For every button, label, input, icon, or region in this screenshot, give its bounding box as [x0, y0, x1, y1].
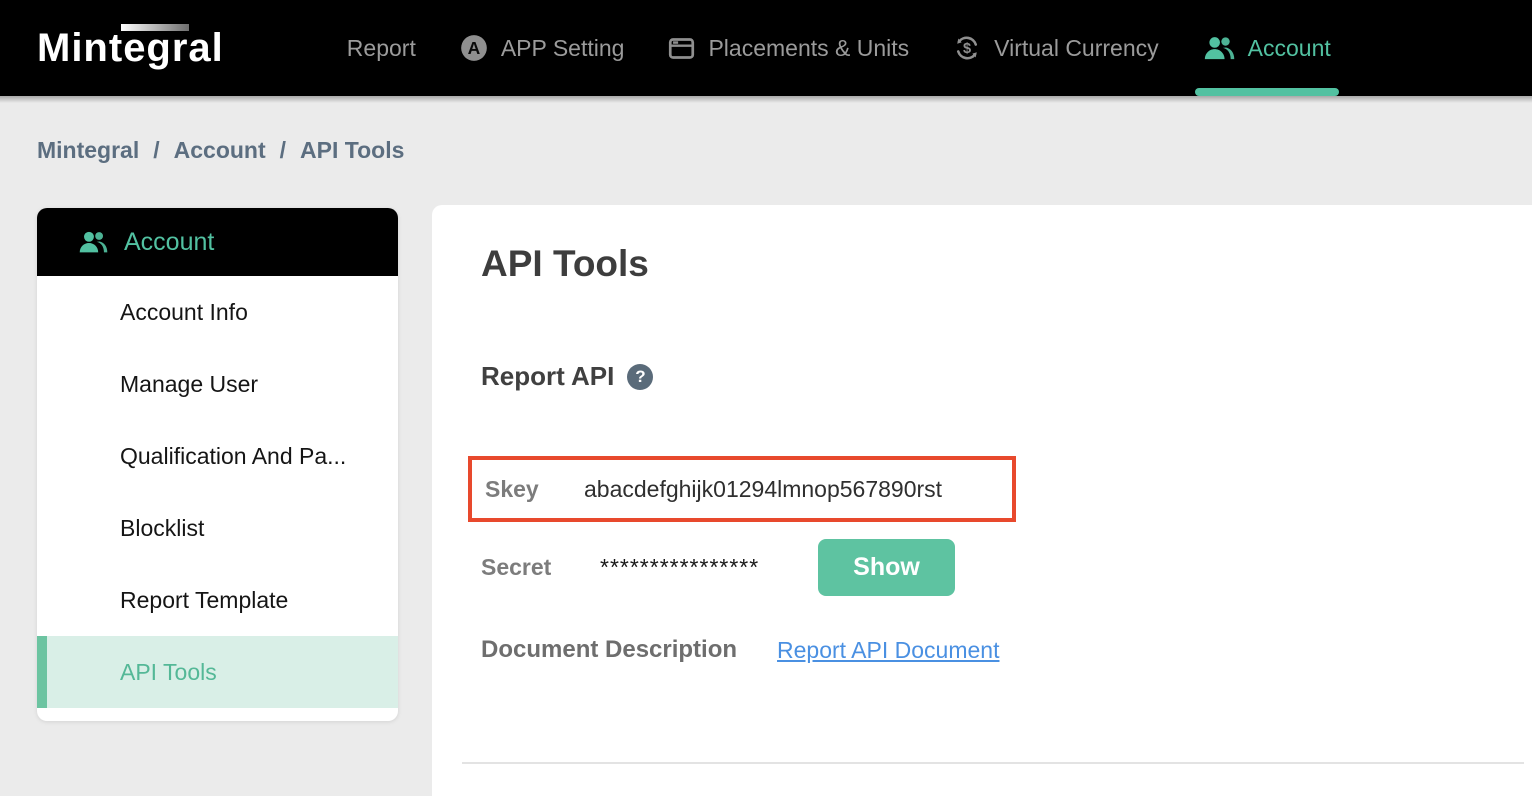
header-shadow: [0, 96, 1532, 103]
secret-label: Secret: [481, 554, 552, 580]
breadcrumb: Mintegral / Account / API Tools: [37, 137, 404, 164]
sidebar-item-label: Manage User: [120, 370, 259, 397]
skey-value: abacdefghijk01294lmnop567890rst: [584, 475, 943, 502]
sidebar-item-label: Account Info: [120, 298, 248, 325]
nav-item-label: Virtual Currency: [994, 34, 1159, 61]
breadcrumb-separator: /: [279, 137, 287, 163]
sidebar: Account Account Info Manage User Qualifi…: [37, 208, 398, 721]
nav-item-label: Account: [1247, 34, 1331, 61]
sidebar-item-qualification-and-payment[interactable]: Qualification And Pa...: [37, 420, 398, 492]
sidebar-item-label: Qualification And Pa...: [120, 442, 347, 469]
skey-label: Skey: [485, 475, 539, 502]
sidebar-item-api-tools[interactable]: API Tools: [37, 636, 398, 708]
report-api-document-link[interactable]: Report API Document: [777, 637, 999, 664]
sidebar-item-report-template[interactable]: Report Template: [37, 564, 398, 636]
nav-item-label: Report: [346, 34, 416, 61]
breadcrumb-account[interactable]: Account: [174, 137, 266, 164]
nav-item-app-setting[interactable]: A APP Setting: [438, 0, 647, 96]
section-divider: [462, 762, 1524, 764]
document-description-label: Document Description: [481, 636, 738, 663]
users-icon: [1203, 33, 1235, 63]
window-icon: [668, 35, 695, 62]
show-secret-button[interactable]: Show: [818, 539, 955, 596]
sidebar-item-label: Report Template: [120, 586, 289, 613]
svg-text:$: $: [963, 41, 971, 57]
document-description-row: Document Description Report API Document: [481, 636, 1532, 664]
skey-field-highlight-box: Skey abacdefghijk01294lmnop567890rst: [468, 456, 1016, 522]
main-content-panel: API Tools Report API ? Skey abacdefghijk…: [432, 205, 1532, 796]
sidebar-header-label: Account: [124, 227, 215, 256]
breadcrumb-mintegral[interactable]: Mintegral: [37, 137, 139, 164]
mintegral-logo[interactable]: Mintegral: [37, 24, 224, 68]
currency-icon: $: [953, 34, 981, 62]
nav-item-report[interactable]: Report: [286, 0, 438, 96]
users-icon: [78, 228, 108, 256]
sidebar-header-account[interactable]: Account: [37, 208, 398, 276]
app-store-icon: A: [460, 34, 488, 62]
sidebar-item-blocklist[interactable]: Blocklist: [37, 492, 398, 564]
active-tab-underline: [1194, 88, 1339, 96]
top-navigation-bar: Mintegral Report A APP Setting Placement…: [0, 0, 1532, 96]
grid-icon: [308, 35, 334, 61]
sidebar-item-label: Blocklist: [120, 514, 205, 541]
sidebar-item-label: API Tools: [120, 658, 217, 685]
nav-item-label: APP Setting: [500, 34, 625, 61]
top-nav: Report A APP Setting Placements & Units: [286, 0, 1353, 96]
breadcrumb-api-tools[interactable]: API Tools: [300, 137, 404, 164]
nav-item-placements-units[interactable]: Placements & Units: [646, 0, 931, 96]
nav-item-account[interactable]: Account: [1181, 0, 1353, 96]
section-title: Report API: [481, 361, 615, 391]
nav-item-virtual-currency[interactable]: $ Virtual Currency: [931, 0, 1180, 96]
breadcrumb-separator: /: [153, 137, 160, 163]
page-title: API Tools: [481, 243, 649, 284]
help-icon[interactable]: ?: [627, 363, 654, 390]
secret-masked-value: ****************: [600, 554, 760, 580]
sidebar-item-manage-user[interactable]: Manage User: [37, 348, 398, 420]
report-api-section-header: Report API ?: [481, 361, 1532, 392]
svg-text:A: A: [468, 38, 481, 58]
sidebar-item-account-info[interactable]: Account Info: [37, 276, 398, 348]
secret-field-row: Secret **************** Show: [481, 539, 1532, 596]
nav-item-label: Placements & Units: [708, 34, 910, 61]
